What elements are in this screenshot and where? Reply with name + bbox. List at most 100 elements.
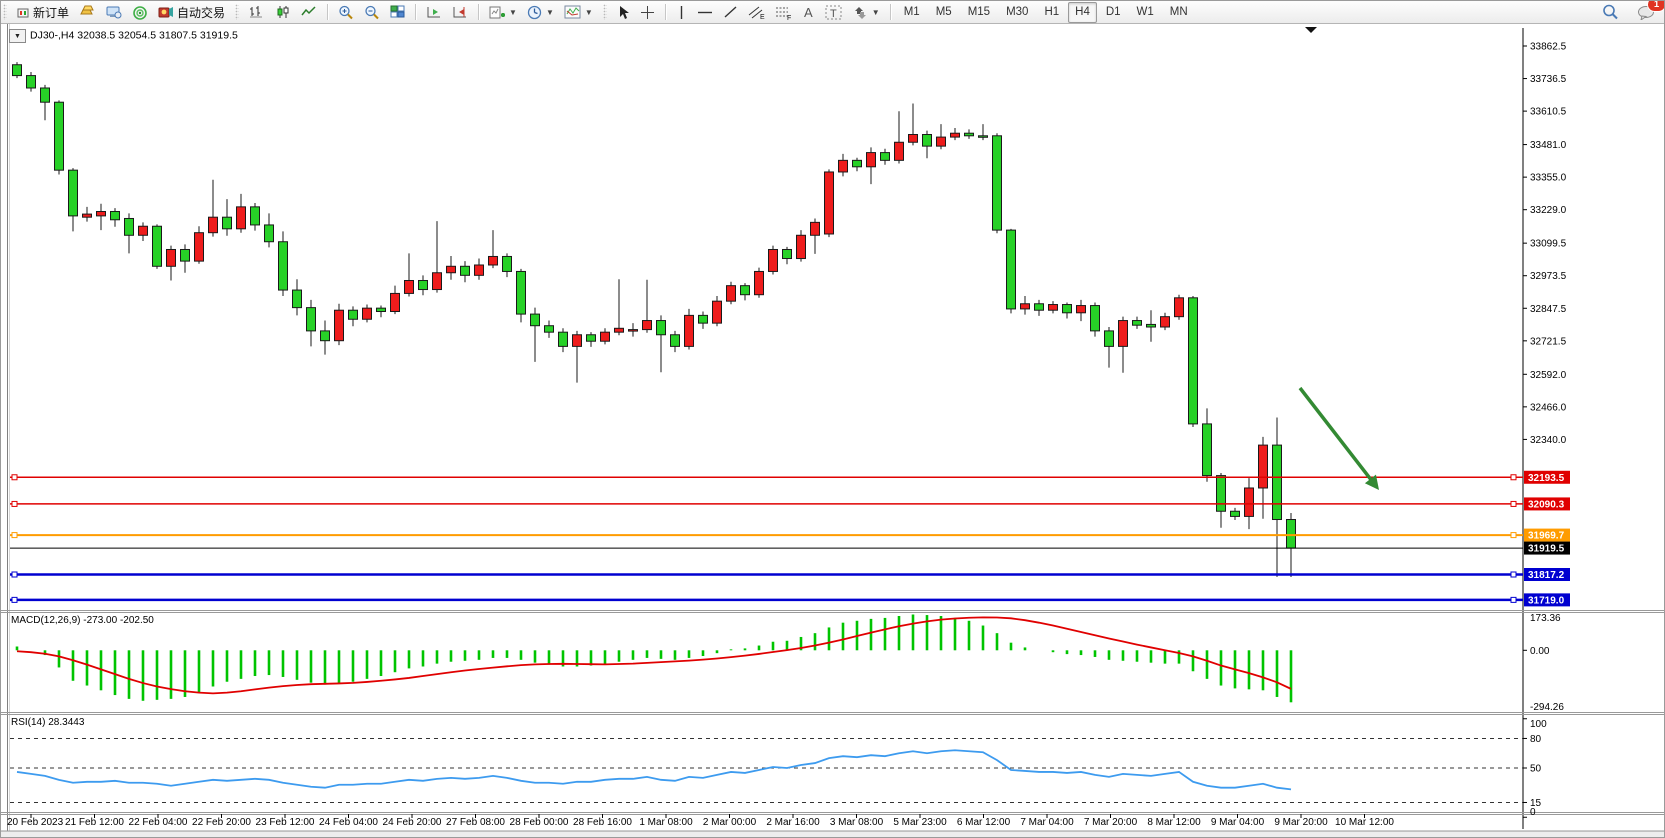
candle-body (447, 266, 456, 272)
cursor-button[interactable] (612, 1, 635, 23)
candle-body (1035, 304, 1044, 310)
timeframe-button-h4[interactable]: H4 (1068, 2, 1097, 23)
line-handle[interactable] (1511, 572, 1516, 577)
timeframe-button-w1[interactable]: W1 (1130, 2, 1161, 23)
bar-chart-button[interactable] (244, 1, 270, 23)
separator (478, 4, 479, 20)
candle-body (321, 331, 330, 341)
chart-title-bar: ▼DJ30-,H4 32038.5 32054.5 31807.5 31919.… (9, 29, 238, 43)
gold-symbols-button[interactable] (74, 1, 101, 23)
horizontal-line-button[interactable] (692, 1, 718, 23)
timeframe-button-m15[interactable]: M15 (961, 2, 997, 23)
time-axis-label: 27 Feb 08:00 (446, 817, 505, 828)
price-badge-label: 31969.7 (1528, 531, 1565, 542)
candle-body (1091, 306, 1100, 331)
line-handle[interactable] (1511, 501, 1516, 506)
toolbar-drag-handle[interactable] (3, 4, 7, 20)
equidistant-channel-button[interactable]: E (743, 1, 770, 23)
notification-badge: 1 (1647, 0, 1665, 12)
candle-body (867, 153, 876, 167)
periods-button[interactable]: ▼ (522, 1, 559, 23)
timeframe-button-m5[interactable]: M5 (929, 2, 959, 23)
price-tick-label: 33610.5 (1530, 107, 1567, 118)
zoom-out-button[interactable] (359, 1, 385, 23)
timeframe-button-m30[interactable]: M30 (999, 2, 1035, 23)
trendline-button[interactable] (718, 1, 743, 23)
candle-body (1119, 321, 1128, 347)
candle-body (1245, 488, 1254, 516)
candle-body (1147, 324, 1156, 327)
time-axis-label: 20 Feb 2023 (7, 817, 64, 828)
symbol-dropdown[interactable]: ▼ (9, 29, 26, 43)
dropdown-caret: ▼ (872, 8, 880, 17)
new-order-button[interactable]: 新订单 (12, 1, 74, 23)
time-axis-label: 3 Mar 08:00 (830, 817, 884, 828)
candle-body (937, 137, 946, 146)
time-axis-label: 22 Feb 04:00 (129, 817, 188, 828)
separator (890, 4, 891, 20)
timeframe-button-d1[interactable]: D1 (1099, 2, 1128, 23)
chart-area[interactable]: 33862.533736.533610.533481.033355.033229… (1, 23, 1665, 838)
timeframe-button-mn[interactable]: MN (1163, 2, 1195, 23)
candle-body (545, 326, 554, 332)
line-chart-button[interactable] (296, 1, 322, 23)
arrows-icon (852, 5, 868, 20)
tile-windows-button[interactable] (385, 1, 410, 23)
line-handle[interactable] (1511, 597, 1516, 602)
time-axis-label: 9 Mar 20:00 (1274, 817, 1328, 828)
candle-body (167, 249, 176, 266)
price-badge-label: 32193.5 (1528, 473, 1565, 484)
time-axis-label: 1 Mar 08:00 (639, 817, 693, 828)
text-label-button[interactable]: T (820, 1, 847, 23)
chart-canvas[interactable]: 33862.533736.533610.533481.033355.033229… (1, 23, 1665, 838)
text-button[interactable]: A (797, 1, 820, 23)
line-handle[interactable] (1511, 533, 1516, 538)
notifications-button[interactable]: 1 (1632, 1, 1660, 23)
fibonacci-button[interactable]: F (770, 1, 797, 23)
zoom-in-button[interactable] (333, 1, 359, 23)
indicators-icon (564, 5, 581, 20)
timeframe-button-m1[interactable]: M1 (897, 2, 927, 23)
search-button[interactable] (1597, 1, 1624, 23)
rsi-axis-label: 100 (1530, 719, 1547, 730)
candle-body (965, 133, 974, 136)
indicators-button[interactable]: ▼ (559, 1, 598, 23)
group-handle[interactable] (603, 4, 607, 20)
price-tick-label: 33736.5 (1530, 74, 1567, 85)
crosshair-button[interactable] (635, 1, 660, 23)
new-chart-button[interactable]: ▼ (484, 1, 522, 23)
line-handle[interactable] (12, 533, 17, 538)
signals-button[interactable] (127, 1, 153, 23)
candle-body (125, 218, 134, 235)
timeframe-button-h1[interactable]: H1 (1037, 2, 1066, 23)
terminal-button[interactable] (101, 1, 127, 23)
candle-body (951, 133, 960, 137)
candle-body (601, 332, 610, 341)
candle-body (1105, 331, 1114, 347)
line-handle[interactable] (12, 572, 17, 577)
gold-bars-icon (79, 5, 96, 19)
chart-shift-button[interactable] (447, 1, 473, 23)
horizontal-line-icon (697, 6, 713, 19)
line-handle[interactable] (12, 597, 17, 602)
line-chart-icon (301, 5, 317, 19)
macd-axis-label: -294.26 (1530, 702, 1564, 713)
arrows-button[interactable]: ▼ (847, 1, 885, 23)
candle-body (517, 271, 526, 314)
line-handle[interactable] (12, 501, 17, 506)
candle-body (195, 233, 204, 261)
terminal-icon (106, 5, 122, 19)
group-handle[interactable] (235, 4, 239, 20)
line-handle[interactable] (1511, 475, 1516, 480)
time-axis-label: 8 Mar 12:00 (1147, 817, 1201, 828)
macd-label: MACD(12,26,9) -273.00 -202.50 (11, 615, 154, 626)
text-label-icon: T (825, 5, 842, 20)
auto-trading-button[interactable]: 自动交易 (153, 1, 230, 23)
vertical-line-button[interactable] (671, 1, 692, 23)
new-order-icon (17, 6, 30, 19)
candle-body (251, 207, 260, 225)
auto-scroll-button[interactable] (421, 1, 447, 23)
crosshair-icon (640, 5, 655, 20)
candlestick-chart-button[interactable] (270, 1, 296, 23)
line-handle[interactable] (12, 475, 17, 480)
